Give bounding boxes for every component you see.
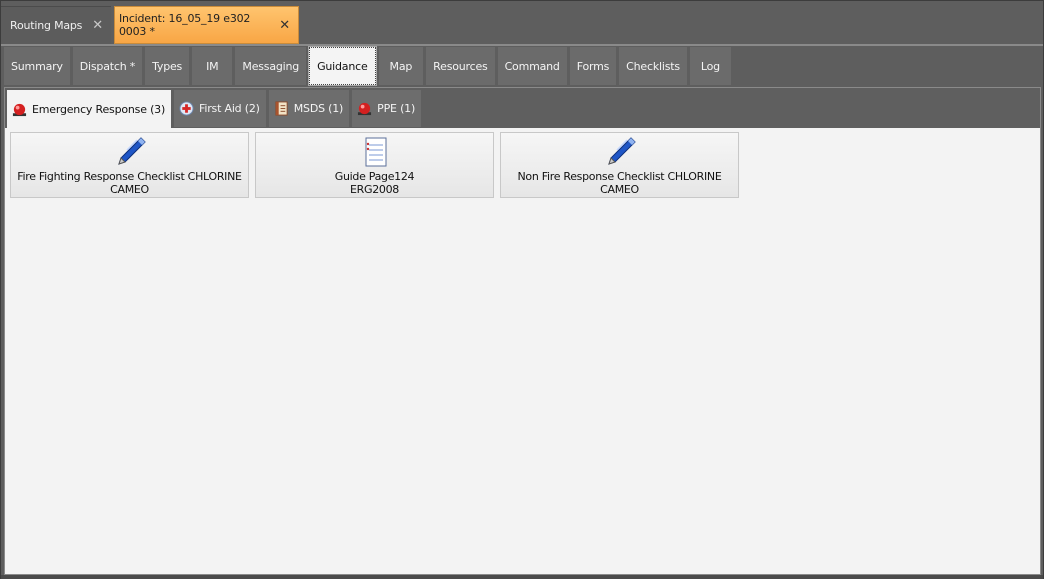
card-title: Guide Page124 <box>334 170 415 183</box>
close-icon[interactable]: ✕ <box>279 18 290 33</box>
tab-forms[interactable]: Forms <box>569 47 617 85</box>
sub-tab-bar: Emergency Response (3) First Aid (2) MSD… <box>5 88 1040 129</box>
close-icon[interactable]: ✕ <box>92 18 103 33</box>
sub-tab-msds[interactable]: MSDS (1) <box>268 90 350 127</box>
tab-messaging[interactable]: Messaging <box>235 47 307 85</box>
doc-tab-label: Routing Maps <box>10 19 83 32</box>
document-book-icon <box>275 101 288 116</box>
card-source: ERG2008 <box>349 183 399 196</box>
tab-im[interactable]: IM <box>192 47 233 85</box>
doc-tab-incident[interactable]: Incident: 16_05_19 e302 0003 * ✕ <box>114 6 299 44</box>
divider <box>1 44 1043 46</box>
sub-tab-label: First Aid (2) <box>199 102 260 115</box>
sub-tab-label: MSDS (1) <box>293 102 344 115</box>
tab-resources[interactable]: Resources <box>426 47 495 85</box>
doc-tab-label: Incident: 16_05_19 e302 0003 * <box>119 12 251 38</box>
app-window: Routing Maps ✕ Incident: 16_05_19 e302 0… <box>0 0 1044 579</box>
tab-guidance[interactable]: Guidance <box>308 46 377 86</box>
sub-tab-label: PPE (1) <box>377 102 416 115</box>
tab-dispatch[interactable]: Dispatch * <box>72 47 143 85</box>
guidance-panel: Emergency Response (3) First Aid (2) MSD… <box>4 87 1041 575</box>
tab-command[interactable]: Command <box>497 47 567 85</box>
alarm-light-icon <box>12 103 27 117</box>
sub-tab-first-aid[interactable]: First Aid (2) <box>174 90 266 127</box>
tab-checklists[interactable]: Checklists <box>619 47 687 85</box>
pen-icon <box>607 137 636 165</box>
first-aid-icon <box>179 101 194 116</box>
notepad-icon <box>365 137 386 167</box>
guidance-card[interactable]: Guide Page124 ERG2008 <box>255 132 494 198</box>
guidance-card[interactable]: Fire Fighting Response Checklist CHLORIN… <box>10 132 249 198</box>
doc-tab-routing-maps[interactable]: Routing Maps ✕ <box>1 6 111 44</box>
sub-tab-ppe[interactable]: PPE (1) <box>352 90 422 127</box>
alarm-light-icon <box>358 102 372 116</box>
tab-map[interactable]: Map <box>378 47 424 85</box>
tab-summary[interactable]: Summary <box>4 47 70 85</box>
tab-types[interactable]: Types <box>145 47 190 85</box>
card-source: CAMEO <box>600 183 639 196</box>
tab-log[interactable]: Log <box>689 47 731 85</box>
sub-tab-label: Emergency Response (3) <box>32 103 166 116</box>
card-title: Fire Fighting Response Checklist CHLORIN… <box>17 170 242 183</box>
pen-icon <box>117 137 146 165</box>
guidance-card[interactable]: Non Fire Response Checklist CHLORINE CAM… <box>500 132 739 198</box>
sub-tab-emergency-response[interactable]: Emergency Response (3) <box>7 90 172 129</box>
card-title: Non Fire Response Checklist CHLORINE <box>517 170 722 183</box>
card-source: CAMEO <box>110 183 149 196</box>
document-tab-strip: Routing Maps ✕ Incident: 16_05_19 e302 0… <box>1 4 1043 44</box>
main-tab-bar: Summary Dispatch * Types IM Messaging Gu… <box>4 46 731 86</box>
status-strip <box>1 575 1043 579</box>
guidance-card-list: Fire Fighting Response Checklist CHLORIN… <box>10 132 739 198</box>
